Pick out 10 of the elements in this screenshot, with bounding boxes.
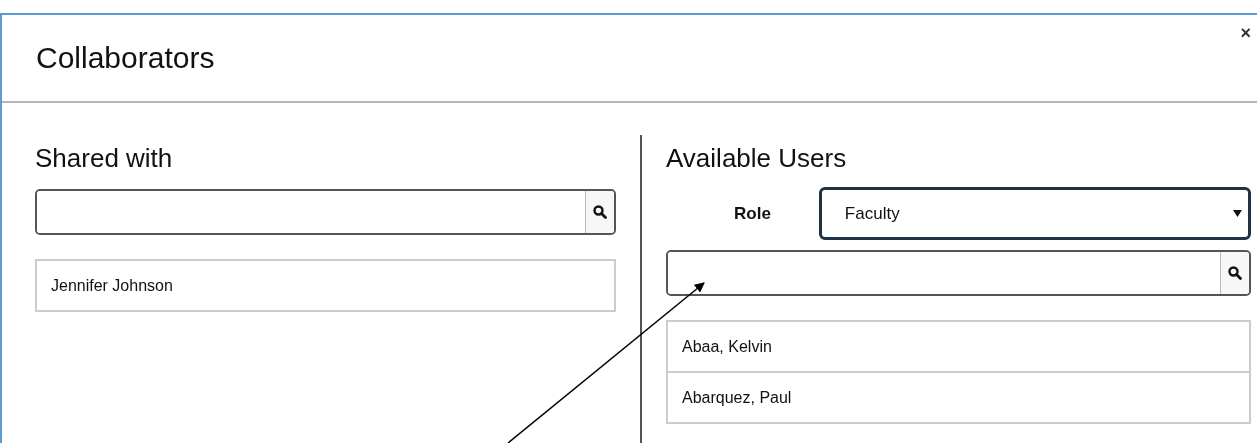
role-label: Role [734,203,771,224]
dialog-title: Collaborators [36,41,215,75]
section-heading: Available Users [666,143,848,173]
role-dropdown[interactable]: Faculty [818,187,1251,240]
close-button[interactable]: × [1238,23,1253,43]
user-list-item[interactable]: Abaa, Kelvin [668,322,1249,371]
caret-icon [1233,209,1242,218]
section-heading: Shared with [35,143,174,173]
user-list-item[interactable]: Jennifer Johnson [37,261,614,310]
user-list-item[interactable]: Abarquez, Paul [668,371,1249,422]
